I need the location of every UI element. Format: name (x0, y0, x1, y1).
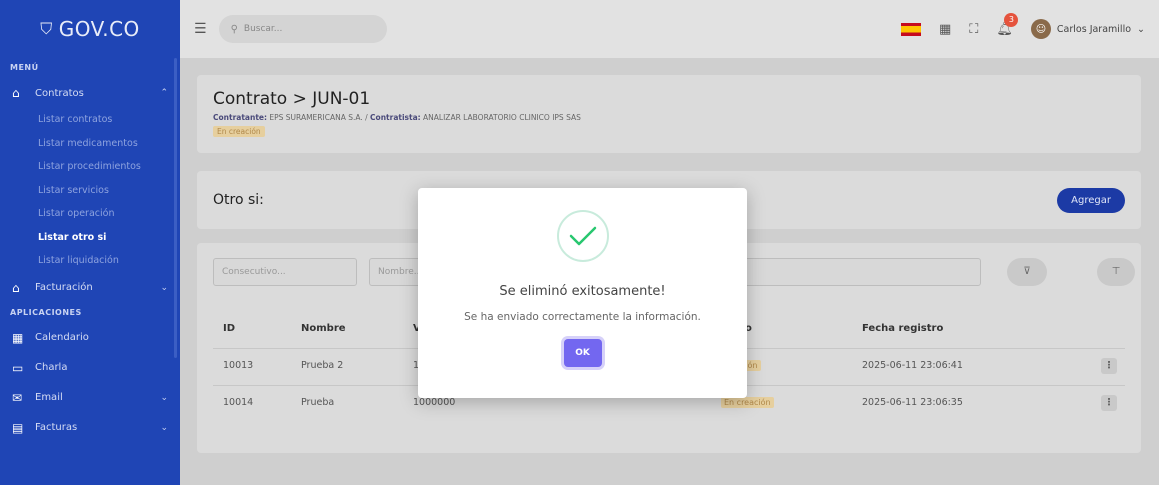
sidebar-subitem-listar-contratos[interactable]: Listar contratos (0, 108, 180, 132)
chevron-down-icon: ⌄ (160, 282, 168, 293)
success-modal: Se eliminó exitosamente! Se ha enviado c… (418, 188, 747, 398)
topbar-actions: ▦ ⛶ 🔔︎ 3 ☺ Carlos Jaramillo ⌄ (900, 12, 1159, 39)
user-name: Carlos Jaramillo (1056, 23, 1132, 35)
chevron-up-icon: ⌃ (160, 88, 168, 98)
cell-id: 10014 (223, 397, 254, 408)
sidebar-item-contratos[interactable]: ⌂ Contratos ⌃ (0, 78, 180, 108)
cell-nombre: Prueba (301, 397, 335, 408)
consecutivo-filter-input[interactable]: Consecutivo... (213, 258, 357, 286)
brand-logo[interactable]: ⛉ GOV.CO (0, 0, 180, 58)
col-fecha: Fecha registro (862, 323, 944, 334)
section-title: Otro si: (213, 192, 264, 208)
sidebar-item-charla[interactable]: ▭ Charla (0, 353, 180, 383)
sidebar-item-label: Contratos (35, 87, 84, 99)
status-badge: En creación (213, 126, 265, 137)
apps-heading: APLICACIONES (10, 307, 82, 317)
filter-icon: ⊽ (1023, 266, 1031, 277)
calendar-icon: ▦ (12, 330, 24, 345)
menu-heading: MENÚ (10, 63, 39, 72)
fullscreen-icon[interactable]: ⛶ (969, 22, 978, 37)
sidebar-item-email[interactable]: ✉ Email ⌄ (0, 383, 180, 413)
success-check-icon (556, 210, 609, 262)
add-button[interactable]: Agregar (1057, 187, 1125, 213)
ok-button[interactable]: OK (563, 339, 602, 367)
sidebar-item-label: Facturas (35, 422, 78, 433)
search-icon: ⚲ (230, 23, 238, 35)
sidebar-item-label: Facturación (35, 282, 93, 293)
contratante-value: EPS SURAMERICANA S.A. (269, 113, 363, 122)
sidebar-subitem-listar-otro-si[interactable]: Listar otro si (0, 226, 180, 250)
home-icon: ⌂ (12, 86, 20, 100)
brand-name: GOV.CO (58, 17, 140, 41)
chevron-down-icon: ⌄ (160, 422, 168, 433)
sidebar-item-label: Charla (35, 362, 68, 373)
cell-nombre: Prueba 2 (301, 360, 344, 371)
sidebar-subitem-listar-liquidacion[interactable]: Listar liquidación (0, 249, 180, 273)
sidebar-subitem-listar-procedimientos[interactable]: Listar procedimientos (0, 155, 180, 179)
invoice-icon: ▤ (12, 420, 24, 435)
clear-filter-icon: ⊤ (1111, 266, 1121, 277)
col-id: ID (223, 323, 236, 334)
chevron-down-icon: ⌄ (160, 392, 168, 403)
filter-button[interactable]: ⊽ (1007, 258, 1047, 286)
row-actions-button[interactable]: ⋮ (1101, 358, 1117, 374)
contratista-label: Contratista: (370, 113, 421, 122)
contract-parties: Contratante: EPS SURAMERICANA S.A. / Con… (213, 113, 1125, 122)
clear-filter-button[interactable]: ⊤ (1097, 258, 1135, 286)
sidebar-item-label: Calendario (35, 332, 89, 343)
col-nombre: Nombre (301, 323, 346, 334)
hamburger-menu-icon[interactable]: ☰ (194, 21, 207, 37)
cell-fecha: 2025-06-11 23:06:35 (862, 397, 963, 408)
avatar: ☺ (1030, 19, 1051, 39)
sidebar-item-label: Email (35, 392, 63, 403)
contract-header-card: Contrato > JUN-01 Contratante: EPS SURAM… (197, 75, 1141, 153)
notification-badge: 3 (1004, 12, 1019, 27)
modal-title: Se eliminó exitosamente! (499, 284, 666, 299)
sidebar-item-facturacion[interactable]: ⌂ Facturación ⌄ (0, 273, 180, 303)
cell-id: 10013 (223, 360, 254, 371)
grid-icon[interactable]: ▦ (939, 22, 951, 37)
search-input[interactable]: ⚲ Buscar... (218, 15, 387, 43)
sidebar-scrollbar[interactable] (174, 58, 177, 358)
chevron-down-icon: ⌄ (1137, 23, 1145, 35)
sidebar: ⛉ GOV.CO MENÚ ⌂ Contratos ⌃ Listar contr… (0, 0, 180, 485)
modal-message: Se ha enviado correctamente la informaci… (464, 311, 701, 323)
shield-icon: ⛉ (40, 19, 53, 38)
home-icon: ⌂ (12, 280, 20, 295)
page-title: Contrato > JUN-01 (213, 89, 371, 109)
contratante-label: Contratante: (213, 113, 267, 122)
bell-icon[interactable]: 🔔︎ 3 (996, 12, 1019, 37)
cell-fecha: 2025-06-11 23:06:41 (862, 360, 963, 371)
user-menu[interactable]: ☺ Carlos Jaramillo ⌄ (1030, 19, 1145, 39)
row-actions-button[interactable]: ⋮ (1101, 395, 1117, 411)
sidebar-subitem-listar-operacion[interactable]: Listar operación (0, 202, 180, 226)
mail-icon: ✉ (12, 390, 23, 405)
contratista-value: ANALIZAR LABORATORIO CLINICO IPS SAS (423, 113, 581, 122)
spain-flag-icon[interactable] (900, 22, 921, 36)
status-badge: En creación (721, 397, 774, 408)
sidebar-item-calendario[interactable]: ▦ Calendario (0, 323, 180, 353)
topbar: ☰ ⚲ Buscar... ▦ ⛶ 🔔︎ 3 ☺ Carlos Jaramillo… (180, 0, 1159, 58)
sidebar-subitem-listar-medicamentos[interactable]: Listar medicamentos (0, 132, 180, 156)
separator: / (362, 113, 371, 122)
sidebar-item-facturas[interactable]: ▤ Facturas ⌄ (0, 413, 180, 443)
sidebar-subitem-listar-servicios[interactable]: Listar servicios (0, 179, 180, 203)
chat-icon: ▭ (12, 360, 24, 375)
search-placeholder: Buscar... (243, 24, 283, 34)
